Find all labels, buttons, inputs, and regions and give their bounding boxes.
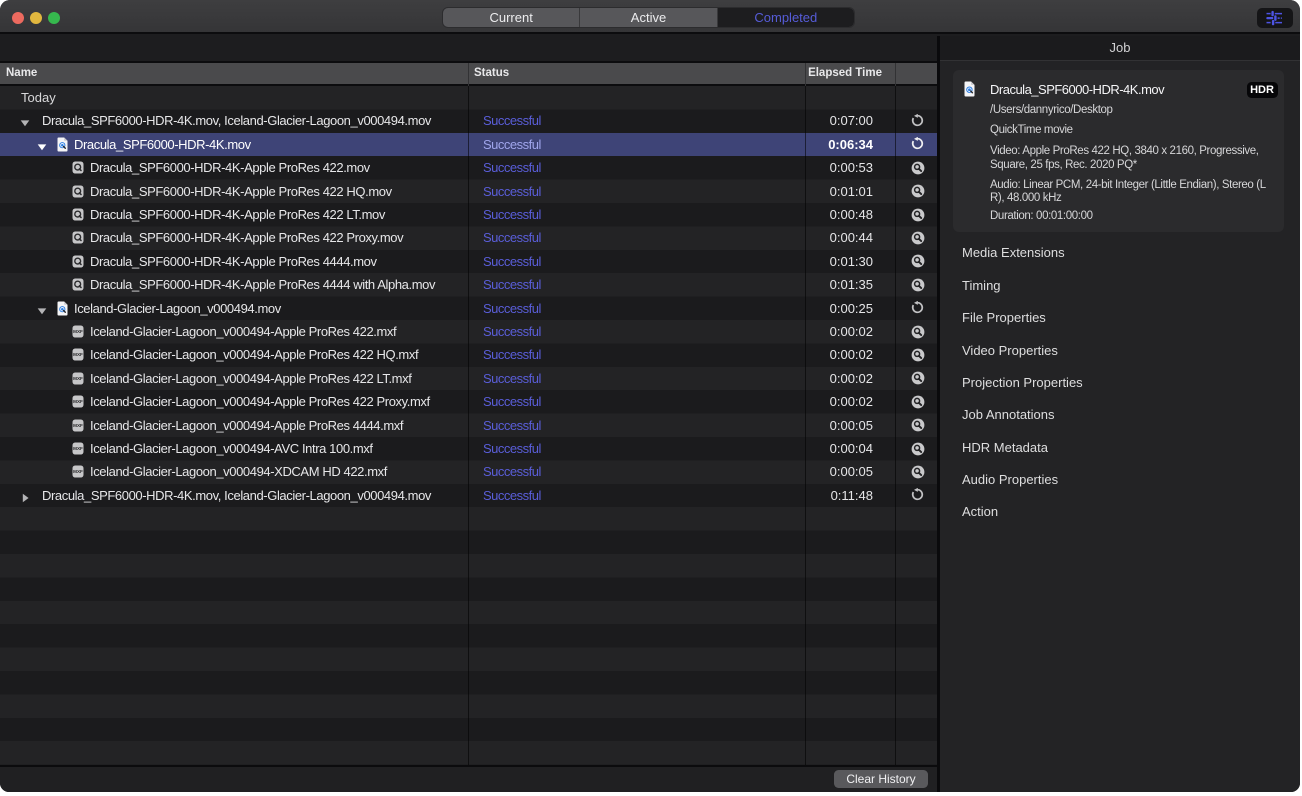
svg-text:MXF: MXF [73,399,83,404]
svg-text:MXF: MXF [73,376,83,381]
svg-text:MXF: MXF [73,353,83,358]
svg-text:MXF: MXF [73,446,83,451]
svg-text:MXF: MXF [73,470,83,475]
svg-text:MXF: MXF [73,329,83,334]
svg-text:MXF: MXF [73,423,83,428]
